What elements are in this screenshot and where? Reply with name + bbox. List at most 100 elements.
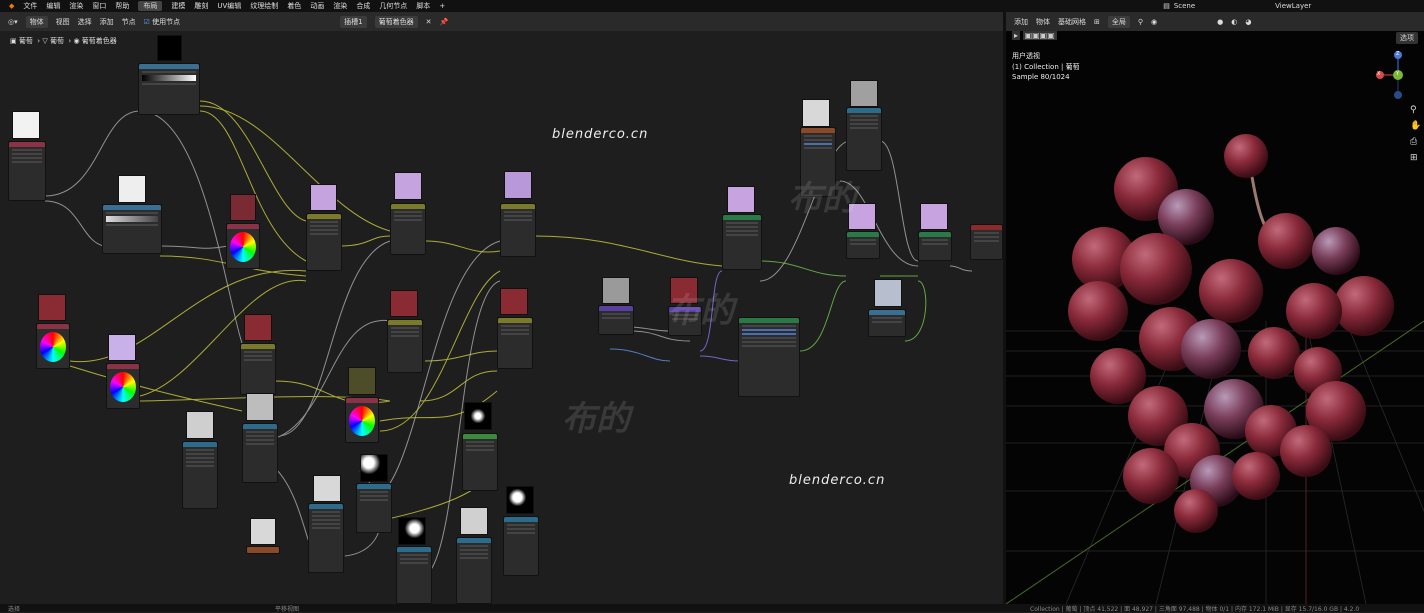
node-preview — [500, 288, 528, 315]
watermark-brand: 布的 — [666, 291, 734, 331]
use-nodes-checkbox[interactable]: ☑ 使用节点 — [144, 17, 181, 27]
tab-sculpting[interactable]: 雕刻 — [194, 1, 208, 11]
shading-material-icon[interactable]: ◐ — [1231, 18, 1237, 26]
material-output-node[interactable] — [970, 224, 1003, 260]
shading-rendered-icon[interactable]: ◕ — [1245, 18, 1251, 26]
tab-shading[interactable]: 着色 — [287, 1, 301, 11]
node-preview — [504, 171, 532, 199]
tab-modeling[interactable]: 建模 — [171, 1, 185, 11]
tab-compositing[interactable]: 合成 — [356, 1, 370, 11]
material-select[interactable]: 葡萄着色器 — [374, 15, 418, 28]
color-ramp-node[interactable] — [102, 204, 162, 254]
noise-texture-node[interactable] — [308, 503, 344, 573]
tab-scripting[interactable]: 脚本 — [416, 1, 430, 11]
camera-icon[interactable]: ⎙ — [1410, 137, 1417, 147]
mix-color-node[interactable] — [500, 203, 536, 257]
reroute-frame-node[interactable] — [246, 546, 280, 554]
math-node[interactable] — [868, 309, 906, 337]
3d-viewport[interactable]: ▸ ▣▣▣▣ 选项 用户透视 (1) Collection | 葡萄 Sampl… — [1006, 31, 1424, 604]
noise-texture-node[interactable] — [456, 537, 492, 604]
grid-icon[interactable]: ⊞ — [1094, 18, 1100, 26]
viewport-header: 添加 物体 基础网格 ⊞ 全局 ⚲ ◉ ● ◐ ◕ — [1006, 12, 1424, 32]
navigation-gizmo[interactable]: X Y Z — [1374, 49, 1418, 101]
perspective-grid-icon[interactable]: ⊞ — [1410, 153, 1418, 163]
node-preview — [186, 411, 214, 439]
snap-icon[interactable]: ⚲ — [1138, 18, 1143, 26]
axis-y-label: Y — [1396, 71, 1400, 77]
shading-solid-icon[interactable]: ● — [1217, 18, 1223, 26]
tab-rendering[interactable]: 渲染 — [333, 1, 347, 11]
bump-node[interactable] — [598, 305, 634, 335]
add-workspace-icon[interactable]: + — [439, 2, 445, 10]
rgb-node[interactable] — [345, 397, 379, 443]
tab-texture-paint[interactable]: 纹理绘制 — [250, 1, 278, 11]
menu-view[interactable]: 视图 — [56, 17, 70, 27]
scene-selector[interactable]: Scene — [1174, 2, 1195, 10]
watermark-brand: 布的 — [562, 399, 630, 439]
mix-color-node[interactable] — [390, 203, 426, 255]
zoom-icon[interactable]: ⚲ — [1410, 105, 1417, 115]
rgb-node[interactable] — [106, 363, 140, 409]
menu-help[interactable]: 帮助 — [115, 1, 129, 11]
tab-layout[interactable]: 布局 — [138, 1, 163, 11]
mix-color-node[interactable] — [240, 343, 276, 395]
menu-render[interactable]: 渲染 — [69, 1, 83, 11]
node-preview — [460, 507, 488, 535]
menu-edit[interactable]: 编辑 — [46, 1, 60, 11]
rgb-node[interactable] — [36, 323, 70, 369]
tab-geometry-nodes[interactable]: 几何节点 — [379, 1, 407, 11]
node-preview — [348, 367, 376, 395]
node-preview — [360, 454, 388, 482]
close-icon[interactable]: ✕ — [426, 18, 432, 26]
object-mode-select[interactable]: 物体 — [25, 15, 48, 28]
principled-bsdf-node[interactable] — [722, 214, 762, 270]
slot-select[interactable]: 插槽1 — [340, 15, 367, 28]
node-preview — [802, 99, 830, 127]
menu-node[interactable]: 节点 — [122, 17, 136, 27]
node-editor-header: ◎▾ 物体 视图 选择 添加 节点 ☑ 使用节点 插槽1 葡萄着色器 ✕ 📌 — [0, 12, 1003, 32]
color-ramp-node[interactable] — [138, 63, 200, 115]
tab-animation[interactable]: 动画 — [310, 1, 324, 11]
tab-uv-editing[interactable]: UV编辑 — [217, 1, 241, 11]
rgb-node[interactable] — [226, 223, 260, 269]
node-preview — [506, 486, 534, 514]
scene-icon: ▤ — [1163, 2, 1170, 10]
node-preview — [850, 80, 878, 107]
menu-select[interactable]: 选择 — [78, 17, 92, 27]
transform-orientation-select[interactable]: 全局 — [1107, 15, 1130, 28]
voronoi-texture-node[interactable] — [396, 546, 432, 604]
noise-texture-node[interactable] — [182, 441, 218, 509]
pan-hand-icon[interactable]: ✋ — [1410, 121, 1421, 131]
principled-bsdf-node[interactable] — [738, 317, 800, 397]
node-preview — [920, 203, 948, 230]
texture-coordinate-node[interactable] — [8, 141, 46, 201]
editor-type-icon[interactable]: ◎▾ — [8, 18, 18, 26]
blender-logo-icon[interactable]: ◆ — [9, 2, 14, 10]
pin-icon[interactable]: 📌 — [439, 18, 448, 26]
proportional-icon[interactable]: ◉ — [1151, 18, 1157, 26]
mix-color-node[interactable] — [306, 213, 342, 271]
mix-shader-node[interactable] — [918, 231, 952, 261]
menu-window[interactable]: 窗口 — [92, 1, 106, 11]
noise-texture-node[interactable] — [846, 107, 882, 171]
viewport-menu-mesh[interactable]: 基础网格 — [1058, 17, 1086, 27]
node-preview — [310, 184, 337, 211]
menu-add[interactable]: 添加 — [100, 17, 114, 27]
voronoi-texture-node[interactable] — [356, 483, 392, 533]
node-preview — [157, 35, 182, 61]
viewport-menu-add[interactable]: 添加 — [1014, 17, 1028, 27]
mix-shader-node[interactable] — [846, 231, 880, 259]
menu-file[interactable]: 文件 — [23, 1, 37, 11]
node-preview — [12, 111, 40, 139]
viewport-menu-object[interactable]: 物体 — [1036, 17, 1050, 27]
mix-color-node[interactable] — [497, 317, 533, 369]
math-node[interactable] — [462, 433, 498, 491]
node-preview — [38, 294, 66, 321]
voronoi-texture-node[interactable] — [503, 516, 539, 576]
noise-texture-node[interactable] — [242, 423, 278, 483]
node-editor[interactable]: ▣ 葡萄 › ▽ 葡萄 › ◉ 葡萄着色器 blenderco.cn blend… — [0, 31, 1003, 604]
node-preview — [230, 194, 256, 221]
mix-color-node[interactable] — [387, 319, 423, 373]
node-preview — [464, 402, 492, 430]
view-layer-selector[interactable]: ViewLayer — [1275, 2, 1311, 10]
